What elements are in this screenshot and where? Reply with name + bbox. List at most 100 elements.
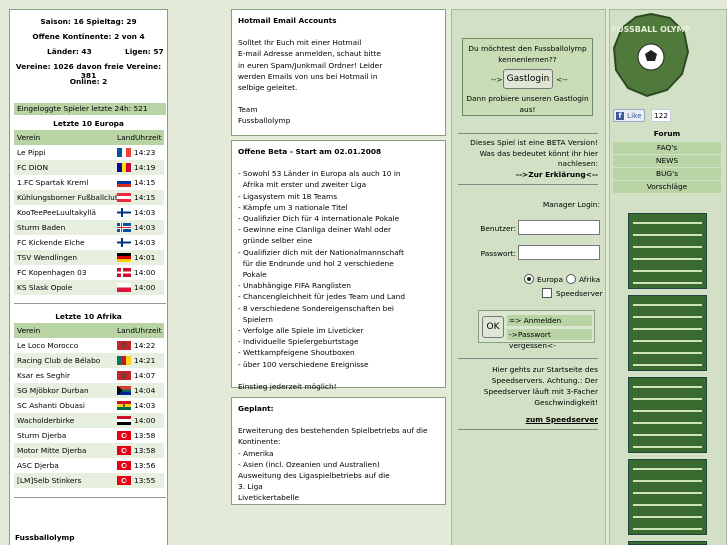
beta-title: Offene Beta - Start am 02.01.2008 bbox=[238, 147, 382, 156]
beta-footer: Einstieg jederzeit möglich! bbox=[238, 381, 337, 391]
radio-europa[interactable] bbox=[524, 274, 534, 284]
beta-feature-list: - Sowohl 53 Länder in Europa als auch 10… bbox=[238, 168, 439, 370]
user-label: Benutzer: bbox=[480, 224, 516, 233]
login-time: 14:15 bbox=[134, 178, 156, 187]
nav-faq[interactable]: FAQ's bbox=[613, 142, 721, 154]
screenshot-thumbnail[interactable] bbox=[628, 459, 707, 535]
hotmail-sign-team: Team bbox=[238, 105, 258, 115]
club-name[interactable]: Sturm Baden bbox=[17, 220, 65, 235]
russia-flag-icon bbox=[117, 178, 131, 187]
password-input[interactable] bbox=[518, 245, 600, 260]
login-time: 14:03 bbox=[134, 401, 156, 410]
table-row: [LM]Selb Stinkers 13:55 bbox=[14, 473, 164, 488]
beta-feature-item: - Wettkampfeigene Shoutboxen bbox=[238, 348, 355, 358]
table-row: Ksar es Seghir 14:07 bbox=[14, 368, 164, 383]
site-logo: FUSSBALL OLYMP bbox=[612, 12, 690, 98]
login-time: 14:03 bbox=[134, 223, 156, 232]
table-row: TSV Wendlingen 14:01 bbox=[14, 250, 164, 265]
screenshot-thumbnail[interactable] bbox=[628, 295, 707, 371]
stats-ligen: Ligen: 57 bbox=[125, 47, 164, 56]
screenshot-thumbnail[interactable] bbox=[628, 377, 707, 453]
ok-button[interactable]: OK bbox=[482, 316, 504, 338]
club-name[interactable]: Ksar es Seghir bbox=[17, 368, 70, 383]
label-afrika: Afrika bbox=[579, 275, 601, 284]
logged-in-24h: Eingeloggte Spieler letzte 24h: 521 bbox=[14, 103, 166, 115]
poland-flag-icon bbox=[117, 283, 131, 292]
stats-laender: Länder: 43 bbox=[47, 47, 92, 56]
col-uhrzeit: Uhrzeit bbox=[135, 133, 162, 142]
speed-line: Speedserver läuft mit 3-Facher bbox=[483, 387, 598, 396]
login-time: 14:03 bbox=[134, 238, 156, 247]
speedserver-checkbox[interactable] bbox=[542, 288, 552, 298]
login-time: 13:58 bbox=[134, 431, 156, 440]
beta-feature-item: - Gewinne eine Clanliga deiner Wahl oder bbox=[238, 225, 392, 235]
club-name[interactable]: Le Loco Morocco bbox=[17, 338, 78, 353]
radio-afrika[interactable] bbox=[566, 274, 576, 284]
guest-line4: aus! bbox=[519, 105, 536, 114]
passwort-vergessen-link[interactable]: ->Passwort vergessen<- bbox=[507, 329, 592, 350]
geplant-line: Erweiterung des bestehenden Spielbetrieb… bbox=[238, 426, 428, 436]
login-title: Manager Login: bbox=[542, 200, 600, 209]
login-time: 14:03 bbox=[134, 208, 156, 217]
club-name[interactable]: [LM]Selb Stinkers bbox=[17, 473, 81, 488]
radio-dot bbox=[527, 277, 531, 281]
club-name[interactable]: 1.FC Spartak Kreml bbox=[17, 175, 88, 190]
hotmail-line: selbige geleitet. bbox=[238, 83, 298, 93]
club-name[interactable]: Motor Mitte Djerba bbox=[17, 443, 86, 458]
pass-label: Passwort: bbox=[480, 249, 516, 258]
club-name[interactable]: ASC Djerba bbox=[17, 458, 59, 473]
login-time: 14:07 bbox=[134, 371, 156, 380]
login-time: 13:55 bbox=[134, 476, 156, 485]
denmark-flag-icon bbox=[117, 268, 131, 277]
club-name[interactable]: KooTeePeeLuultakyllä bbox=[17, 205, 96, 220]
speedserver-link[interactable]: zum Speedserver bbox=[458, 414, 598, 425]
club-name[interactable]: KS Slask Opole bbox=[17, 280, 72, 295]
hotmail-line: E-mail Adresse anmelden, schaut bitte bbox=[238, 49, 381, 59]
beta-feature-item: - Qualifizier Dich für 4 internationale … bbox=[238, 214, 400, 224]
club-name[interactable]: FC Kickende Elche bbox=[17, 235, 85, 250]
table-row: ASC Djerba 13:56 bbox=[14, 458, 164, 473]
table-row: SC Ashanti Obuasi 14:03 bbox=[14, 398, 164, 413]
stats-panel: Saison: 16 Spieltag: 29 Offene Kontinent… bbox=[9, 9, 168, 545]
club-name[interactable]: FC DION bbox=[17, 160, 48, 175]
club-name[interactable]: Kühlungsborner Fußballclub bbox=[17, 190, 120, 205]
erklaerung-link[interactable]: -->Zur Erklärung<-- bbox=[458, 170, 598, 181]
screenshot-thumbnail[interactable] bbox=[628, 541, 707, 545]
club-name[interactable]: Racing Club de Bélabo bbox=[17, 353, 100, 368]
login-time: 14:15 bbox=[134, 193, 156, 202]
africa-table: Verein Land Uhrzeit Le Loco Morocco 14:22… bbox=[14, 323, 166, 494]
screenshot-thumbnail[interactable] bbox=[628, 213, 707, 289]
label-europa: Europa bbox=[537, 275, 563, 284]
table-row: Sturm Baden 14:03 bbox=[14, 220, 164, 235]
hotmail-line: werden Emails von uns bei Hotmail in bbox=[238, 71, 378, 81]
geplant-line: - Asien (incl. Ozeanien und Australien) bbox=[238, 459, 380, 469]
nav-news[interactable]: NEWS bbox=[613, 155, 721, 167]
anmelden-link[interactable]: => Anmelden bbox=[507, 315, 592, 326]
club-name[interactable]: SC Ashanti Obuasi bbox=[17, 398, 85, 413]
club-name[interactable]: SG Mjöbkor Durban bbox=[17, 383, 89, 398]
gastlogin-button[interactable]: Gastlogin bbox=[503, 69, 553, 89]
betainfo-line: nachlesen: bbox=[557, 159, 598, 169]
club-name[interactable]: Le Pippi bbox=[17, 145, 46, 160]
login-time: 14:00 bbox=[134, 283, 156, 292]
speed-line: Speedservers. Achtung.: Der bbox=[491, 376, 598, 385]
geplant-line: Livetickertabelle bbox=[238, 493, 300, 503]
beta-feature-item: Pokale bbox=[238, 270, 267, 280]
nav-forum[interactable]: Forum bbox=[613, 129, 721, 138]
table-row: Motor Mitte Djerba 13:58 bbox=[14, 443, 164, 458]
facebook-like-button[interactable]: f Like bbox=[613, 109, 645, 122]
nav-bugs[interactable]: BUG's bbox=[613, 168, 721, 180]
club-name[interactable]: Wacholderbirke bbox=[17, 413, 74, 428]
club-name[interactable]: TSV Wendlingen bbox=[17, 250, 77, 265]
club-name[interactable]: FC Kopenhagen 03 bbox=[17, 265, 87, 280]
table-row: Kühlungsborner Fußballclub 14:15 bbox=[14, 190, 164, 205]
login-time: 14:00 bbox=[134, 268, 156, 277]
login-time: 14:21 bbox=[134, 356, 156, 365]
username-input[interactable] bbox=[518, 220, 600, 235]
ghana-flag-icon bbox=[117, 401, 131, 410]
beta-feature-item: - Verfolge alle Spiele im Liveticker bbox=[238, 326, 364, 336]
club-name[interactable]: Sturm Djerba bbox=[17, 428, 66, 443]
guest-line3: Dann probiere unseren Gastlogin bbox=[466, 94, 589, 103]
table-row: FC Kickende Elche 14:03 bbox=[14, 235, 164, 250]
nav-vorschlaege[interactable]: Vorschläge bbox=[613, 181, 721, 193]
